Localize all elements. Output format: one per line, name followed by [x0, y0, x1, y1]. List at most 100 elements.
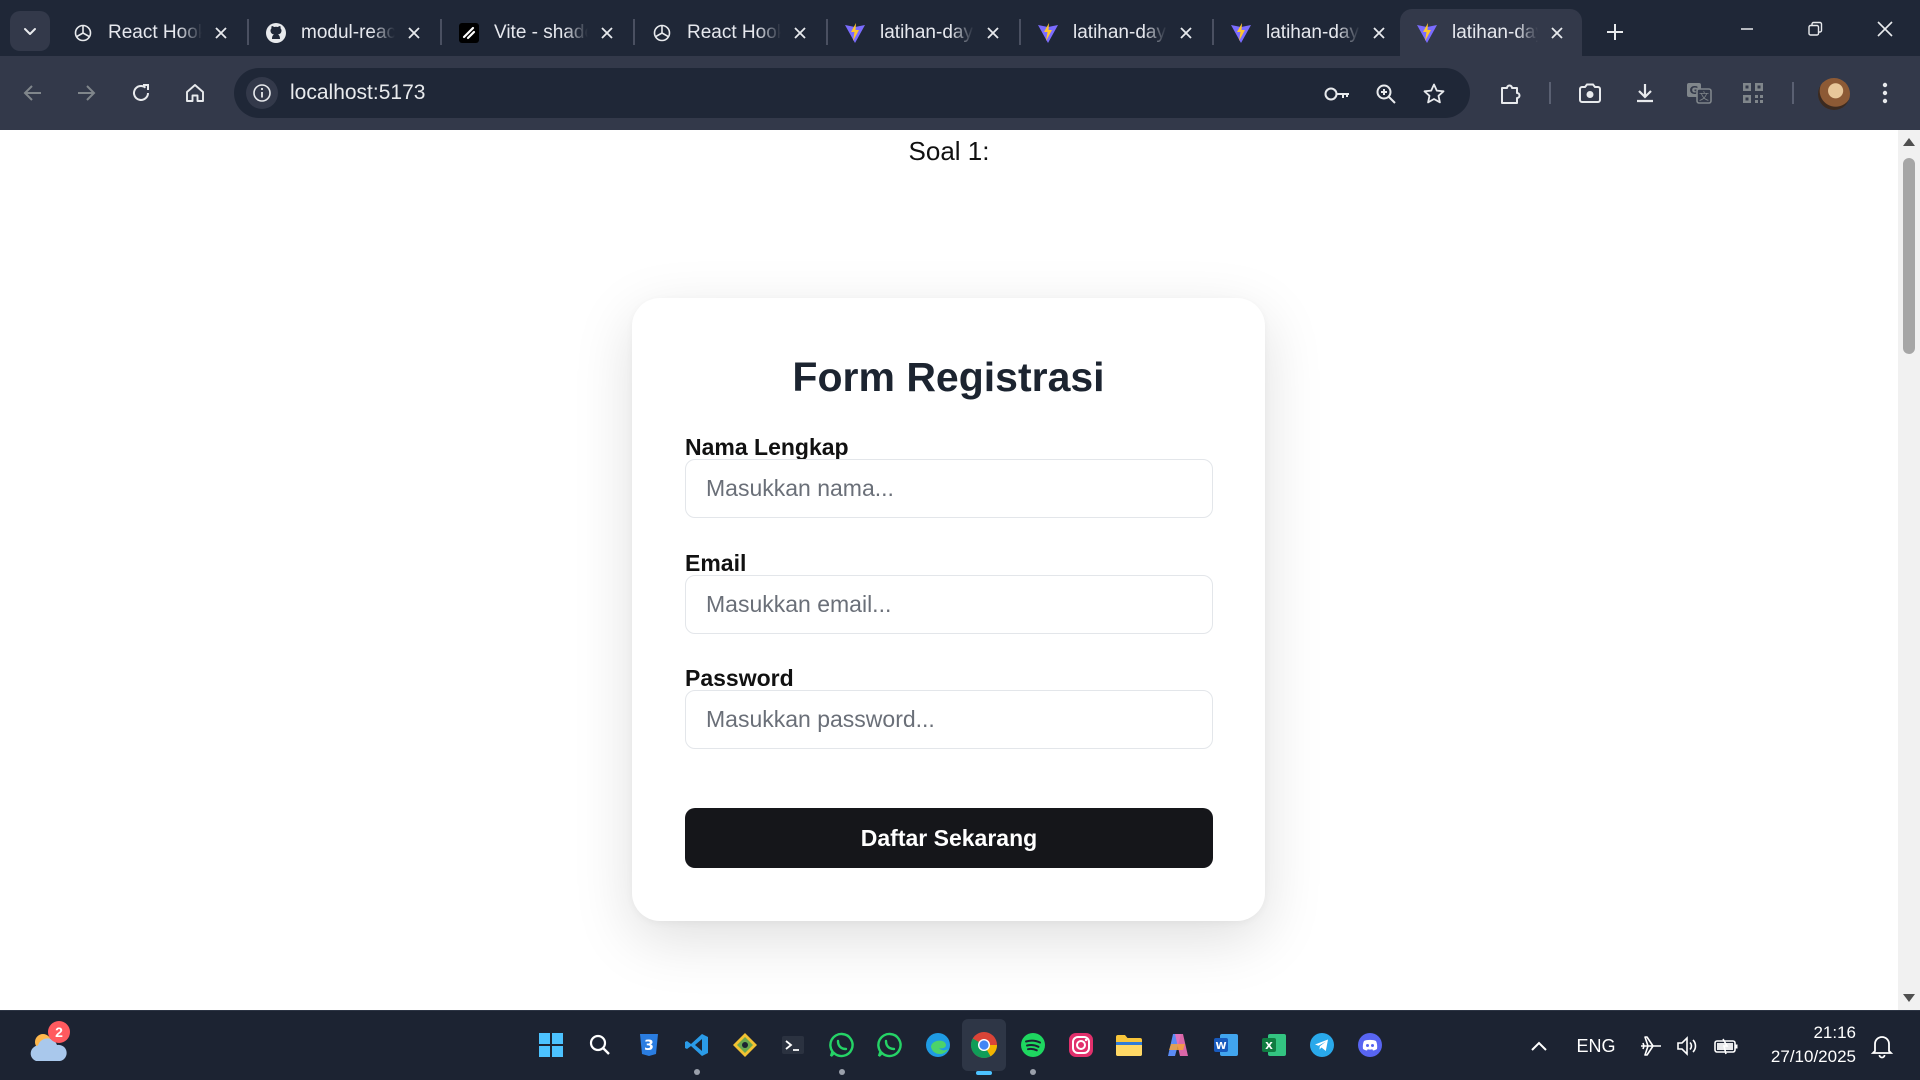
taskbar-spotify[interactable] [1015, 1027, 1051, 1063]
restore-button[interactable] [1792, 8, 1838, 50]
taskbar-git[interactable] [727, 1027, 763, 1063]
show-hidden-icons-button[interactable] [1526, 1033, 1552, 1059]
windows-start-icon [539, 1033, 563, 1057]
home-button[interactable] [176, 74, 214, 112]
vite-icon [844, 22, 866, 44]
taskbar-copilot[interactable] [1160, 1027, 1196, 1063]
vscode-icon [685, 1034, 708, 1056]
qr-code-icon [1743, 83, 1763, 103]
minimize-button[interactable] [1724, 8, 1770, 50]
close-icon[interactable] [210, 22, 232, 44]
scroll-up-arrow[interactable] [1903, 138, 1915, 146]
tab-vite-shadcn[interactable]: Vite - shadcn [442, 9, 632, 56]
shadcn-icon [458, 22, 480, 44]
taskbar-discord[interactable] [1352, 1027, 1388, 1063]
tab-latihan-day-1[interactable]: latihan-day [828, 9, 1018, 56]
name-label: Nama Lengkap [685, 434, 849, 460]
close-icon[interactable] [789, 22, 811, 44]
password-input[interactable] [685, 690, 1213, 749]
taskbar-file-explorer[interactable] [1111, 1027, 1147, 1063]
notification-badge: 2 [48, 1021, 70, 1043]
toolbar-divider [1549, 82, 1551, 104]
clock-date: 27/10/2025 [1770, 1047, 1856, 1066]
password-label: Password [685, 665, 794, 691]
taskbar-excel[interactable]: X [1256, 1027, 1292, 1063]
address-bar[interactable]: localhost:5173 [234, 68, 1470, 118]
running-indicator [839, 1069, 845, 1075]
close-icon[interactable] [1546, 22, 1568, 44]
page-scrollbar[interactable] [1898, 130, 1920, 1010]
tab-latihan-day-active[interactable]: latihan-day [1400, 9, 1582, 56]
tab-title: latihan-day [1452, 21, 1538, 43]
taskbar-word[interactable]: W [1208, 1027, 1244, 1063]
close-icon[interactable] [596, 22, 618, 44]
tab-latihan-day-3[interactable]: latihan-day [1214, 9, 1404, 56]
tab-react-hooks-2[interactable]: React Hooks [635, 9, 825, 56]
svg-text:文: 文 [1699, 90, 1709, 103]
taskbar-telegram[interactable] [1304, 1027, 1340, 1063]
svg-text:W: W [1215, 1041, 1226, 1052]
password-key-button[interactable] [1322, 79, 1352, 109]
toolbar-divider [1792, 82, 1794, 104]
chevron-up-icon [1531, 1041, 1547, 1051]
downloads-button[interactable] [1626, 74, 1664, 112]
bell-icon [1870, 1036, 1894, 1059]
taskbar-whatsapp-2[interactable] [872, 1027, 908, 1063]
tab-strip: React Hooks modul-react Vite - shadcn Re… [0, 0, 1920, 56]
star-icon [1423, 83, 1445, 104]
taskbar-edge[interactable] [920, 1027, 956, 1063]
language-indicator[interactable]: ENG [1574, 1033, 1618, 1059]
minimize-icon [1741, 28, 1753, 30]
bookmark-button[interactable] [1419, 79, 1449, 109]
close-icon[interactable] [1175, 22, 1197, 44]
arrow-left-icon [23, 85, 41, 101]
home-icon [186, 84, 204, 102]
close-icon[interactable] [403, 22, 425, 44]
system-clock[interactable]: 21:16 27/10/2025 [1756, 1021, 1856, 1069]
tab-latihan-day-2[interactable]: latihan-day [1021, 9, 1211, 56]
tab-search-button[interactable] [10, 11, 50, 51]
taskbar-app-3[interactable]: 3 [631, 1027, 667, 1063]
taskbar-whatsapp-1[interactable] [824, 1027, 860, 1063]
back-button[interactable] [14, 74, 52, 112]
tab-modul-react[interactable]: modul-react [249, 9, 439, 56]
profile-avatar[interactable] [1818, 78, 1850, 110]
qr-code-button[interactable] [1734, 74, 1772, 112]
taskbar-terminal[interactable] [775, 1027, 811, 1063]
info-icon [253, 84, 271, 102]
tab-react-hooks-1[interactable]: React Hooks [56, 9, 246, 56]
url-text[interactable]: localhost:5173 [290, 81, 425, 105]
notification-center-button[interactable] [1868, 1033, 1896, 1059]
close-icon[interactable] [982, 22, 1004, 44]
screenshot-button[interactable] [1571, 74, 1609, 112]
volume-icon[interactable] [1674, 1033, 1702, 1059]
taskbar-search[interactable] [582, 1027, 618, 1063]
new-tab-button[interactable] [1598, 15, 1632, 49]
close-window-button[interactable] [1862, 8, 1908, 50]
svg-text:3: 3 [644, 1038, 654, 1054]
zoom-button[interactable] [1371, 79, 1401, 109]
close-icon[interactable] [1368, 22, 1390, 44]
taskbar-chrome[interactable] [962, 1019, 1006, 1071]
scroll-thumb[interactable] [1903, 158, 1915, 354]
forward-button[interactable] [67, 74, 105, 112]
site-info-button[interactable] [246, 77, 278, 109]
taskbar-instagram[interactable] [1063, 1027, 1099, 1063]
extensions-button[interactable] [1492, 74, 1530, 112]
scroll-down-arrow[interactable] [1903, 994, 1915, 1002]
email-label: Email [685, 550, 747, 576]
name-input[interactable] [685, 459, 1213, 518]
taskbar-vscode[interactable] [679, 1027, 715, 1063]
register-button[interactable]: Daftar Sekarang [685, 808, 1213, 868]
form-title: Form Registrasi [792, 354, 1105, 400]
reload-button[interactable] [122, 74, 160, 112]
email-input[interactable] [685, 575, 1213, 634]
menu-button[interactable] [1866, 74, 1904, 112]
battery-icon[interactable] [1712, 1033, 1740, 1059]
start-button[interactable] [533, 1027, 569, 1063]
airplane-mode-icon[interactable] [1638, 1033, 1664, 1059]
whatsapp-icon [877, 1032, 902, 1058]
camera-icon [1579, 83, 1601, 103]
translate-button[interactable]: G文 [1680, 74, 1718, 112]
running-indicator [694, 1069, 700, 1075]
